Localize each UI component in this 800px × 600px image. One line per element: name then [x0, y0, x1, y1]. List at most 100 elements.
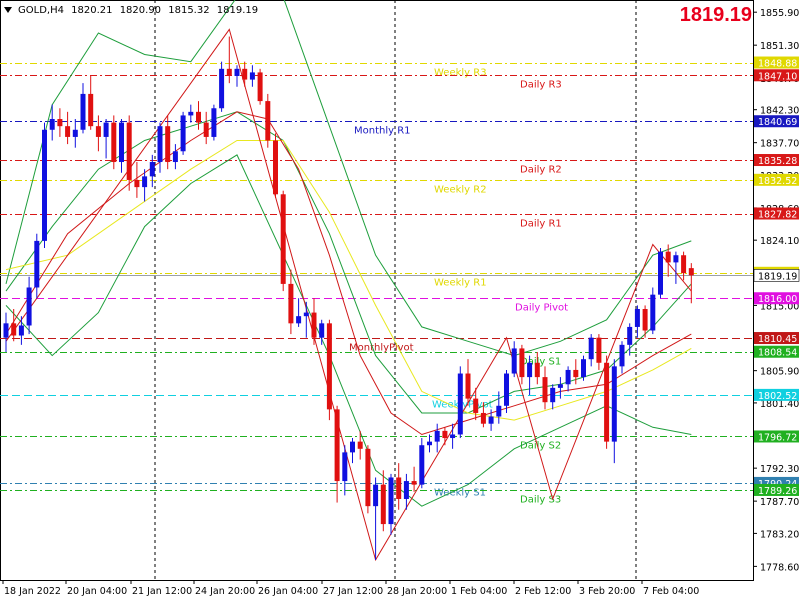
candle-body [450, 434, 456, 439]
price-label-text: 1835.28 [758, 156, 797, 167]
candle-body [665, 251, 671, 263]
level-name: Daily R2 [520, 165, 562, 176]
time-tick-label: 3 Feb 20:00 [579, 586, 635, 597]
level-name: Daily R1 [520, 219, 562, 230]
time-axis: 18 Jan 2022 20 Jan 04:00 21 Jan 12:00 24 Ja… [2, 580, 699, 597]
candle-body [396, 477, 402, 499]
price-tick-label: 1837.70 [760, 139, 799, 150]
candle-body [172, 151, 178, 163]
time-tick-label: 21 Jan 12:00 [132, 586, 192, 597]
candle-body [365, 448, 371, 507]
time-tick-label: 24 Jan 20:00 [195, 586, 255, 597]
price-tick-label: 1842.30 [760, 106, 799, 117]
candle-body [326, 323, 332, 410]
candle-body [581, 359, 586, 378]
candle-body [26, 287, 32, 326]
candle-body [65, 126, 71, 137]
candle-body [504, 373, 509, 406]
candle-body [427, 441, 432, 446]
candle-body [34, 240, 40, 288]
time-tick-label: 27 Jan 12:00 [323, 586, 383, 597]
candle-body [658, 251, 663, 295]
candle-body [350, 441, 355, 453]
candle-body [88, 93, 94, 127]
candle-body [611, 366, 617, 442]
price-label-text: 1827.82 [758, 210, 797, 221]
price-label-text: 1808.54 [758, 348, 797, 359]
candle-body [619, 344, 625, 367]
chart-window[interactable]: Weekly R3 Daily R3 Monthly R1 Daily R2 Weekl… [0, 0, 800, 600]
candle-body [319, 323, 325, 338]
bollinger-middle-line [5, 111, 692, 414]
candle-body [642, 308, 648, 331]
candle-body [373, 484, 379, 507]
price-tick-label: 1778.60 [760, 562, 799, 573]
candle-body [18, 325, 24, 336]
price-tick-label: 1805.90 [760, 367, 799, 378]
symbol-label: GOLD,H4 [18, 5, 64, 16]
candle-body [103, 122, 109, 137]
candle-body [134, 179, 140, 188]
candle-body [95, 126, 101, 137]
close-value: 1819.19 [216, 5, 259, 16]
candle-body [280, 194, 286, 284]
candle-body [596, 337, 602, 363]
candle-body [550, 387, 556, 403]
price-tick-label: 1824.10 [760, 236, 799, 247]
candle-body [211, 108, 217, 137]
candle-body [627, 326, 633, 345]
candle-body [119, 122, 124, 163]
candle-body [442, 430, 448, 439]
dropdown-triangle-icon[interactable] [4, 7, 12, 13]
time-tick-label: 7 Feb 04:00 [643, 586, 699, 597]
candle-body [588, 337, 594, 360]
price-axis: 1855.901851.301846.701842.301837.701833.… [753, 8, 800, 573]
time-tick-label: 1 Feb 04:00 [451, 586, 507, 597]
candle-body [165, 126, 171, 163]
candle-body [149, 162, 155, 177]
price-label-text: 1840.69 [758, 117, 797, 128]
candle-body [196, 111, 201, 123]
low-value: 1815.32 [168, 5, 210, 16]
candle-body [265, 101, 271, 141]
indicators-layer [5, 0, 692, 562]
candle-body [357, 441, 363, 449]
candle-body [403, 481, 409, 499]
candle-body [342, 452, 348, 482]
candle-body [434, 430, 440, 442]
candle-body [311, 312, 317, 338]
candle-body [519, 348, 525, 378]
candle-body [80, 93, 86, 130]
candle-body [473, 398, 479, 413]
chart-canvas[interactable]: Weekly R3 Daily R3 Monthly R1 Daily R2 Weekl… [0, 0, 800, 600]
price-tick-label: 1792.30 [760, 464, 799, 475]
candle-body [565, 369, 571, 385]
candle-body [257, 72, 263, 102]
candle-body [42, 129, 47, 241]
candle-body [126, 122, 132, 180]
candle-body [49, 119, 55, 130]
level-name: Monthly R1 [354, 126, 411, 137]
candle-body [242, 68, 248, 80]
candle-body [557, 384, 563, 388]
level-name: Daily S3 [520, 495, 561, 506]
candle-body [419, 445, 425, 485]
candle-body [188, 111, 194, 116]
candle-body [142, 176, 148, 188]
candle-body [573, 369, 579, 378]
price-tick-label: 1783.20 [760, 529, 799, 540]
price-label-text: 1816.00 [758, 294, 797, 305]
candle-body [388, 477, 394, 525]
candle-body [334, 409, 340, 482]
candle-body [111, 122, 117, 163]
time-tick-label: 2 Feb 12:00 [515, 586, 571, 597]
candle-body [688, 268, 694, 276]
zigzag-line [5, 28, 692, 562]
moving-average-yellow-line [5, 140, 692, 421]
high-value: 1820.90 [119, 5, 162, 16]
candle-body [650, 294, 656, 331]
candle-body [273, 140, 278, 195]
candle-body [303, 312, 309, 317]
time-tick-label: 20 Jan 04:00 [67, 586, 127, 597]
candle-body [527, 362, 533, 378]
